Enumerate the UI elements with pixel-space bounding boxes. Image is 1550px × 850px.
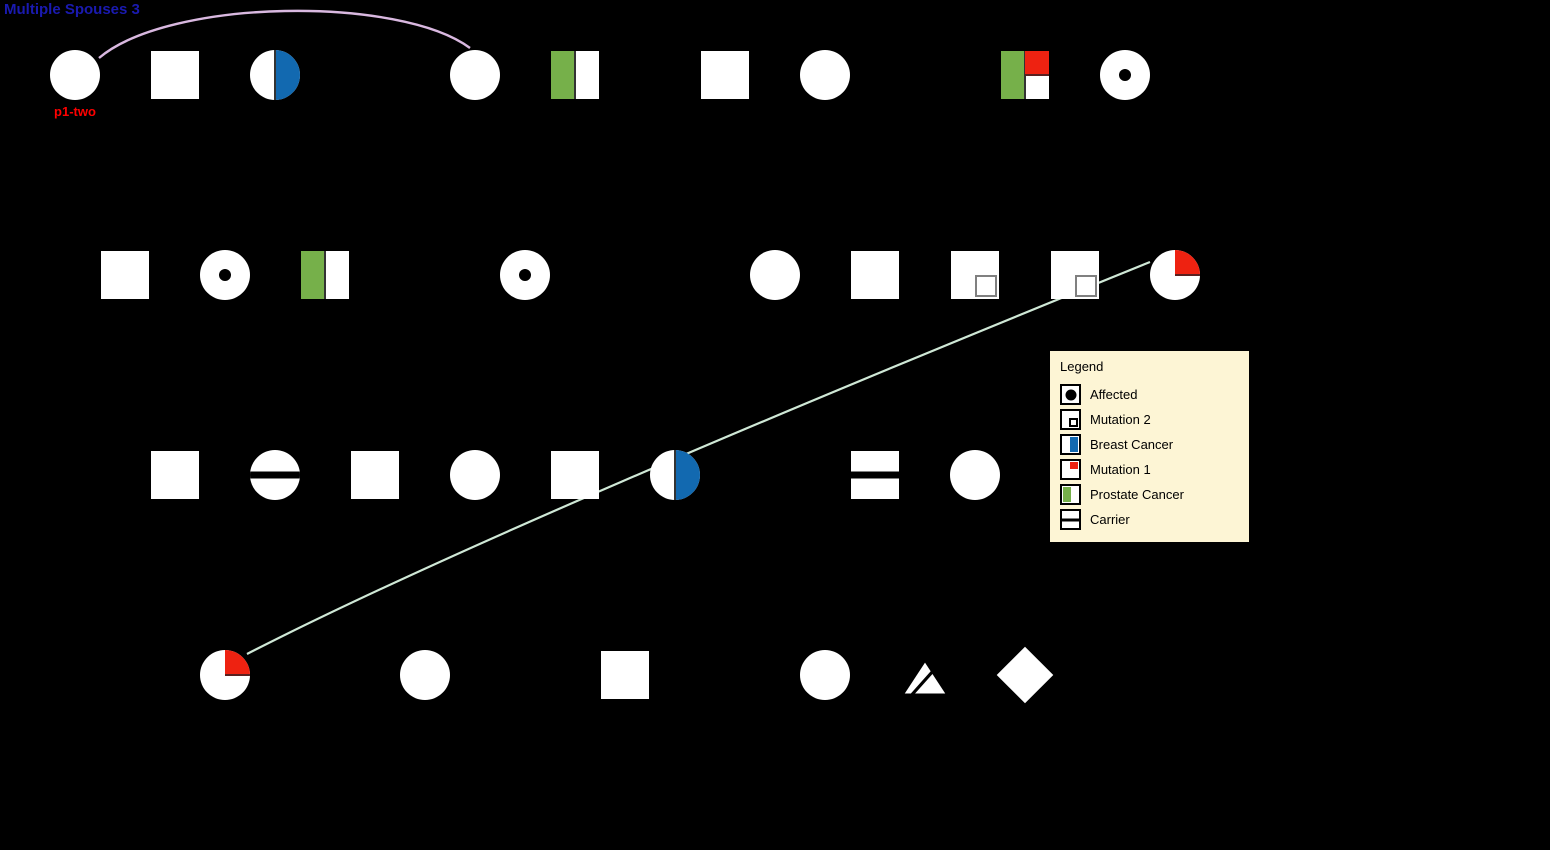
legend-item-mutation-2: Mutation 2 [1060, 407, 1249, 432]
mutation2-box-icon [1069, 418, 1078, 427]
circle-shape [400, 650, 450, 700]
pedigree-canvas: Multiple Spouses 3 p1-two Legend Affecte… [0, 0, 1550, 850]
legend-item-mutation-1: Mutation 1 [1060, 457, 1249, 482]
individual-circle-mutation1[interactable] [200, 650, 250, 700]
pregnancy-triangle-terminated[interactable] [903, 653, 947, 697]
prostate-cancer-swatch [1060, 484, 1081, 505]
legend-rows: Affected Mutation 2 Breast Cancer Mutation … [1060, 382, 1249, 532]
mutation1-fill-icon [1070, 462, 1078, 469]
circle-shape [200, 650, 250, 700]
legend-item-label: Breast Cancer [1090, 437, 1174, 452]
square-shape [601, 651, 649, 699]
legend-item-label: Affected [1090, 387, 1138, 402]
breast-cancer-fill-icon [1070, 437, 1078, 452]
mutation1-fill [225, 650, 250, 675]
legend-item-label: Mutation 1 [1090, 462, 1151, 477]
legend-title: Legend [1060, 359, 1104, 374]
mutation1-swatch [1060, 459, 1081, 480]
individual-diamond-unknown-sex[interactable] [996, 646, 1054, 704]
circle-shape [800, 650, 850, 700]
individual-circle[interactable] [400, 650, 450, 700]
legend-item-label: Carrier [1090, 512, 1130, 527]
legend-item-label: Mutation 2 [1090, 412, 1151, 427]
triangle-shape [903, 653, 947, 697]
mutation2-swatch [1060, 409, 1081, 430]
individual-square[interactable] [601, 651, 649, 699]
legend-item-breast-cancer: Breast Cancer [1060, 432, 1249, 457]
legend-item-carrier: Carrier [1060, 507, 1249, 532]
legend-item-affected: Affected [1060, 382, 1249, 407]
prostate-cancer-fill-icon [1063, 487, 1071, 502]
legend-item-label: Prostate Cancer [1090, 487, 1184, 502]
carrier-bar-icon [1062, 518, 1079, 521]
legend-item-prostate-cancer: Prostate Cancer [1060, 482, 1249, 507]
affected-swatch [1060, 384, 1081, 405]
symbol-divider [225, 674, 250, 676]
legend-panel: Legend Affected Mutation 2 Breast Cancer Mu… [1049, 350, 1250, 543]
breast-cancer-swatch [1060, 434, 1081, 455]
diamond-shape [996, 646, 1054, 704]
carrier-swatch [1060, 509, 1081, 530]
individual-circle[interactable] [800, 650, 850, 700]
affected-dot-icon [1065, 389, 1076, 400]
generation-4 [0, 0, 1550, 850]
